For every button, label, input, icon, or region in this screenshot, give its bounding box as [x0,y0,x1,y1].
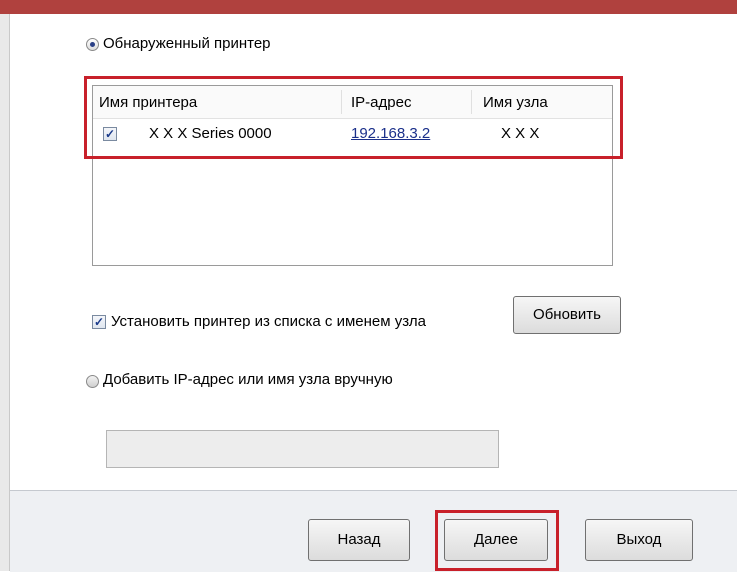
refresh-button[interactable]: Обновить [513,296,621,334]
add-manually-radio[interactable] [86,375,99,388]
radio-selected-dot [90,42,95,47]
discovered-printer-label: Обнаруженный принтер [103,35,271,52]
manual-address-input[interactable] [106,430,499,468]
window-left-edge [0,14,10,571]
printer-row-highlight-frame [84,76,623,159]
back-button[interactable]: Назад [308,519,410,561]
install-from-list-label: Установить принтер из списка с именем уз… [111,313,427,330]
window-top-bar [0,0,737,14]
install-from-list-checkbox[interactable]: ✓ [92,315,106,329]
next-button-highlight-frame [435,510,559,571]
discovered-printer-radio[interactable] [86,38,99,51]
add-manually-label: Добавить IP-адрес или имя узла вручную [103,371,393,388]
exit-button[interactable]: Выход [585,519,693,561]
